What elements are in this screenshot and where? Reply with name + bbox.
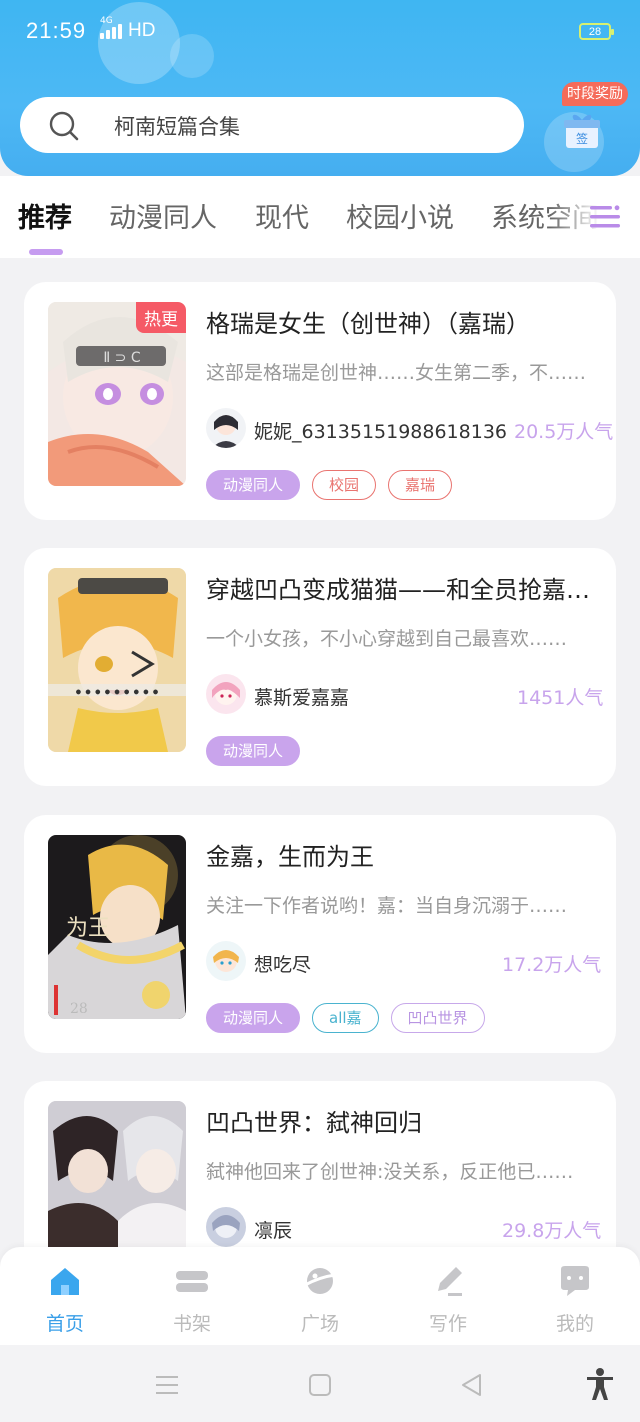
tag[interactable]: 嘉瑞 [388, 470, 453, 500]
nav-home[interactable]: 首页 [25, 1263, 105, 1336]
svg-text:28: 28 [70, 1001, 88, 1017]
tab-modern[interactable]: 现代 [255, 196, 309, 235]
author-name[interactable]: 慕斯爱嘉嘉 [254, 683, 349, 710]
book-description: 一个小女孩，不小心穿越到自己最喜欢…… [206, 628, 568, 650]
author-name[interactable]: 想吃尽 [254, 950, 311, 977]
decor-bubble [170, 34, 214, 78]
menu-lines-icon[interactable] [153, 1371, 181, 1399]
signal-icon [100, 24, 122, 39]
cover-illustration: ● ● ● ● ● ● ● ● ● [48, 568, 186, 752]
tag[interactable]: 校园 [312, 470, 377, 500]
svg-text:Ⅱ ⊃ C: Ⅱ ⊃ C [103, 350, 141, 366]
book-title[interactable]: 凹凸世界：弑神回归 [206, 1103, 602, 1138]
nav-label: 写作 [428, 1313, 467, 1335]
book-title[interactable]: 穿越凹凸变成猫猫——和全员抢嘉…… [206, 570, 602, 605]
system-nav-bar [0, 1345, 640, 1422]
svg-text:为王: 为王 [66, 916, 110, 941]
tag[interactable]: 凹凸世界 [390, 1003, 485, 1033]
nav-bookshelf[interactable]: 书架 [152, 1263, 232, 1336]
home-square-icon[interactable] [306, 1371, 334, 1399]
bottom-nav: 首页 书架 广场 写作 我的 [0, 1247, 640, 1345]
cover-illustration: 为王 28 [48, 835, 186, 1019]
pencil-icon [438, 1267, 462, 1296]
avatar[interactable] [206, 674, 246, 714]
nav-write[interactable]: 写作 [408, 1263, 488, 1336]
nav-mine[interactable]: 我的 [535, 1263, 615, 1336]
planet-icon [304, 1268, 336, 1294]
tab-recommend[interactable]: 推荐 [18, 196, 72, 235]
header: 21:59 4G HD 28 柯南短篇合集 时段奖励 签 [0, 0, 640, 176]
book-title[interactable]: 格瑞是女生（创世神）（嘉瑞） [206, 304, 602, 339]
sign-label: 签 [576, 131, 588, 146]
nav-label: 书架 [172, 1313, 211, 1335]
chat-bubble-icon [561, 1266, 589, 1296]
battery-icon: 28 [579, 23, 614, 40]
tab-indicator [29, 249, 63, 255]
menu-icon[interactable] [588, 202, 622, 232]
tag-list: 动漫同人 all嘉 凹凸世界 [206, 1003, 485, 1033]
hd-label: HD [128, 20, 156, 41]
gift-icon: 签 [564, 114, 600, 148]
book-card[interactable]: 为王 28 金嘉，生而为王 关注一下作者说哟！嘉：当自身沉溺于…… 想吃尽 17… [24, 815, 616, 1053]
battery-level: 28 [588, 25, 602, 38]
popularity: 20.5万人气 [514, 421, 614, 443]
avatar[interactable] [206, 408, 246, 448]
nav-label: 我的 [555, 1313, 594, 1335]
hot-badge: 热更 [136, 302, 186, 333]
avatar[interactable] [206, 941, 246, 981]
nav-label: 首页 [45, 1313, 84, 1335]
tag-list: 动漫同人 [206, 736, 301, 766]
home-icon [51, 1268, 79, 1295]
tab-anime-fanfic[interactable]: 动漫同人 [109, 196, 217, 235]
category-tabs: 推荐 动漫同人 现代 校园小说 系统空间 [0, 176, 640, 258]
tag[interactable]: 动漫同人 [206, 470, 301, 500]
accessibility-icon[interactable] [585, 1367, 615, 1401]
reward-badge: 时段奖励 [562, 82, 628, 106]
search-input[interactable]: 柯南短篇合集 [114, 111, 240, 141]
search-bar[interactable]: 柯南短篇合集 [20, 97, 524, 153]
book-cover[interactable]: 为王 28 [48, 835, 186, 1019]
book-description: 关注一下作者说哟！嘉：当自身沉溺于…… [206, 895, 568, 917]
author-name[interactable]: 凛辰 [254, 1216, 292, 1243]
tab-campus[interactable]: 校园小说 [346, 196, 454, 235]
tag[interactable]: 动漫同人 [206, 736, 301, 766]
popularity: 17.2万人气 [502, 954, 602, 976]
book-title[interactable]: 金嘉，生而为王 [206, 837, 602, 872]
tag[interactable]: 动漫同人 [206, 1003, 301, 1033]
nav-label: 广场 [300, 1313, 339, 1335]
book-card[interactable]: ● ● ● ● ● ● ● ● ● 穿越凹凸变成猫猫——和全员抢嘉…… 一个小女… [24, 548, 616, 786]
nav-plaza[interactable]: 广场 [280, 1263, 360, 1336]
svg-text:● ● ● ● ● ● ● ● ●: ● ● ● ● ● ● ● ● ● [76, 687, 158, 696]
author-name[interactable]: 妮妮_63135151988618136 [254, 417, 507, 444]
popularity: 1451人气 [517, 687, 604, 709]
avatar[interactable] [206, 1207, 246, 1247]
book-description: 弑神他回来了创世神:没关系，反正他已…… [206, 1161, 574, 1183]
back-triangle-icon[interactable] [458, 1371, 486, 1399]
book-cover[interactable]: Ⅱ ⊃ C 热更 [48, 302, 186, 486]
book-cover[interactable]: ● ● ● ● ● ● ● ● ● [48, 568, 186, 752]
search-icon [49, 111, 79, 141]
popularity: 29.8万人气 [502, 1220, 602, 1242]
book-description: 这部是格瑞是创世神……女生第二季，不…… [206, 362, 587, 384]
time-reward-button[interactable]: 时段奖励 签 [554, 80, 634, 170]
tag[interactable]: all嘉 [312, 1003, 379, 1033]
tag-list: 动漫同人 校园 嘉瑞 [206, 470, 453, 500]
decor-bubble [98, 2, 180, 84]
status-time: 21:59 [26, 18, 87, 43]
book-card[interactable]: Ⅱ ⊃ C 热更 格瑞是女生（创世神）（嘉瑞） 这部是格瑞是创世神……女生第二季… [24, 282, 616, 520]
bookshelf-icon [176, 1271, 208, 1292]
